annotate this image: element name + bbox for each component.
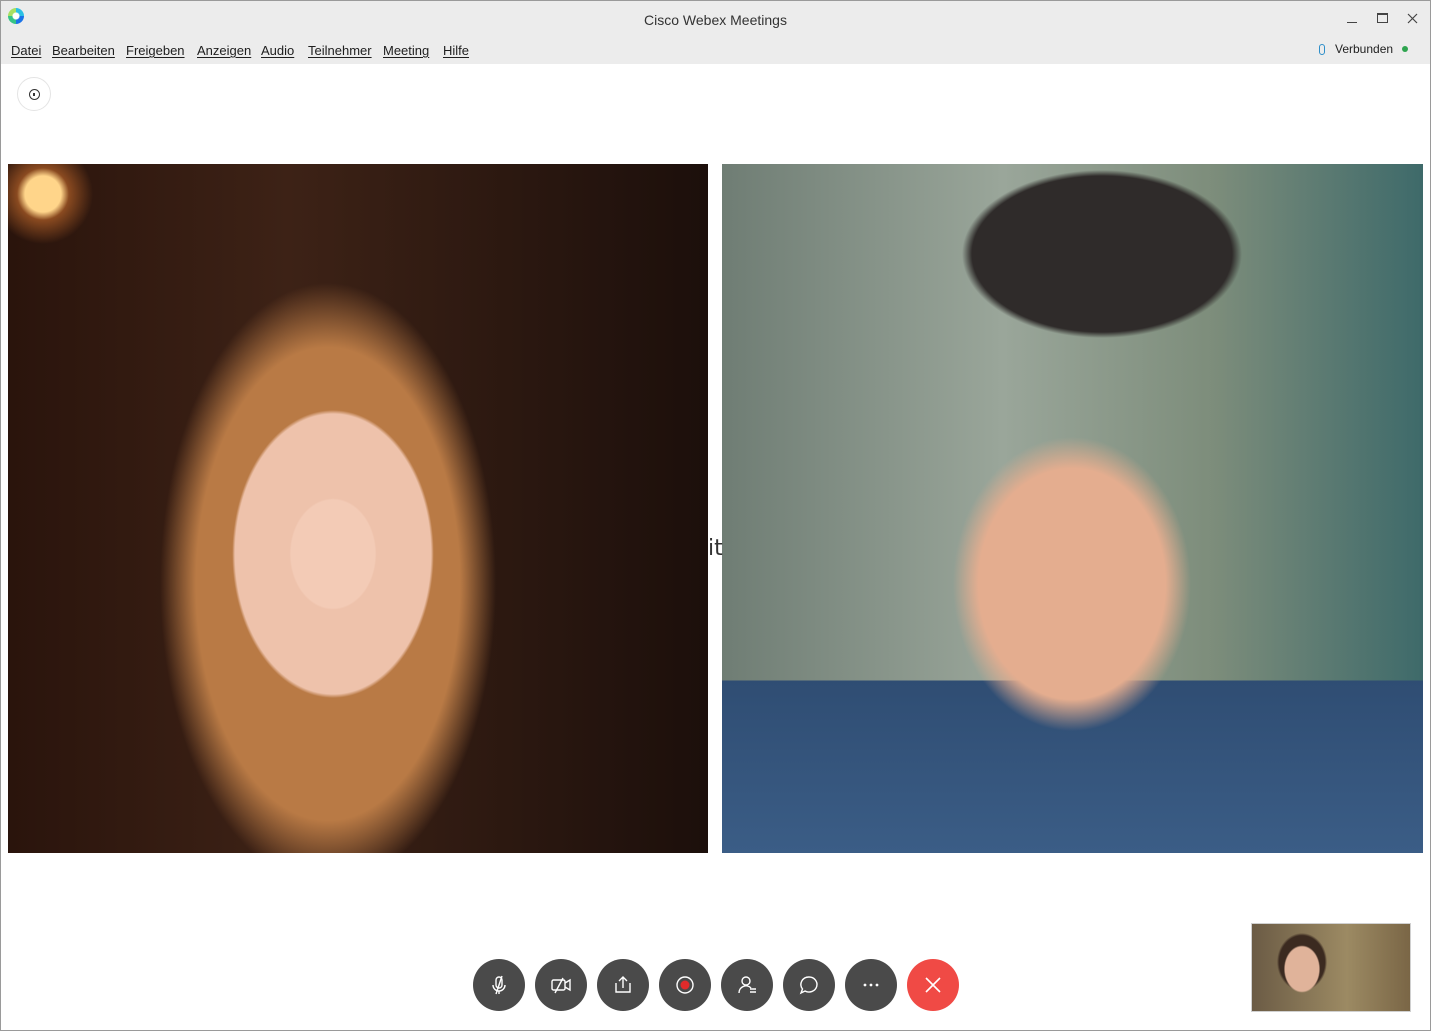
minimize-icon [1347,21,1357,23]
menu-bearbeiten[interactable]: Bearbeiten [52,43,115,58]
info-icon [28,88,40,100]
close-button[interactable] [1398,7,1426,29]
video-button[interactable] [535,959,587,1011]
stage-overlay-text: it [708,536,723,561]
chat-icon [799,976,818,995]
menu-audio[interactable]: Audio [261,43,294,58]
share-icon [615,976,631,993]
end-call-button[interactable] [907,959,959,1011]
share-button[interactable] [597,959,649,1011]
participant-video-1[interactable] [8,164,708,853]
connection-status[interactable]: Verbunden [1319,42,1409,56]
window-title: Cisco Webex Meetings [644,12,787,28]
participant-video-2[interactable] [722,164,1423,853]
chat-button[interactable] [783,959,835,1011]
menu-teilnehmer[interactable]: Teilnehmer [308,43,372,58]
menu-anzeigen[interactable]: Anzeigen [197,43,251,58]
participants-icon [738,976,756,994]
meeting-controls [1,959,1431,1011]
menu-bar: Datei Bearbeiten Freigeben Anzeigen Audi… [1,37,1430,64]
connected-indicator-icon [1402,46,1409,52]
audio-connection-icon [1319,43,1325,55]
menu-meeting[interactable]: Meeting [383,43,429,58]
more-options-button[interactable] [845,959,897,1011]
microphone-muted-icon [492,975,506,995]
participants-button[interactable] [721,959,773,1011]
menu-freigeben[interactable]: Freigeben [126,43,185,58]
title-bar: Cisco Webex Meetings [1,1,1430,37]
connection-status-label: Verbunden [1335,42,1394,56]
meeting-info-button[interactable] [17,77,51,111]
record-icon [676,976,694,994]
maximize-icon [1376,13,1388,23]
end-call-icon [925,977,941,993]
close-icon [1407,13,1417,23]
menu-datei[interactable]: Datei [11,43,41,58]
record-button[interactable] [659,959,711,1011]
video-off-icon [551,977,571,994]
menu-hilfe[interactable]: Hilfe [443,43,469,58]
more-icon [863,983,879,987]
webex-window: Cisco Webex Meetings Datei Bearbeiten Fr… [0,0,1431,1031]
mute-button[interactable] [473,959,525,1011]
minimize-button[interactable] [1338,7,1366,29]
maximize-button[interactable] [1368,7,1396,29]
